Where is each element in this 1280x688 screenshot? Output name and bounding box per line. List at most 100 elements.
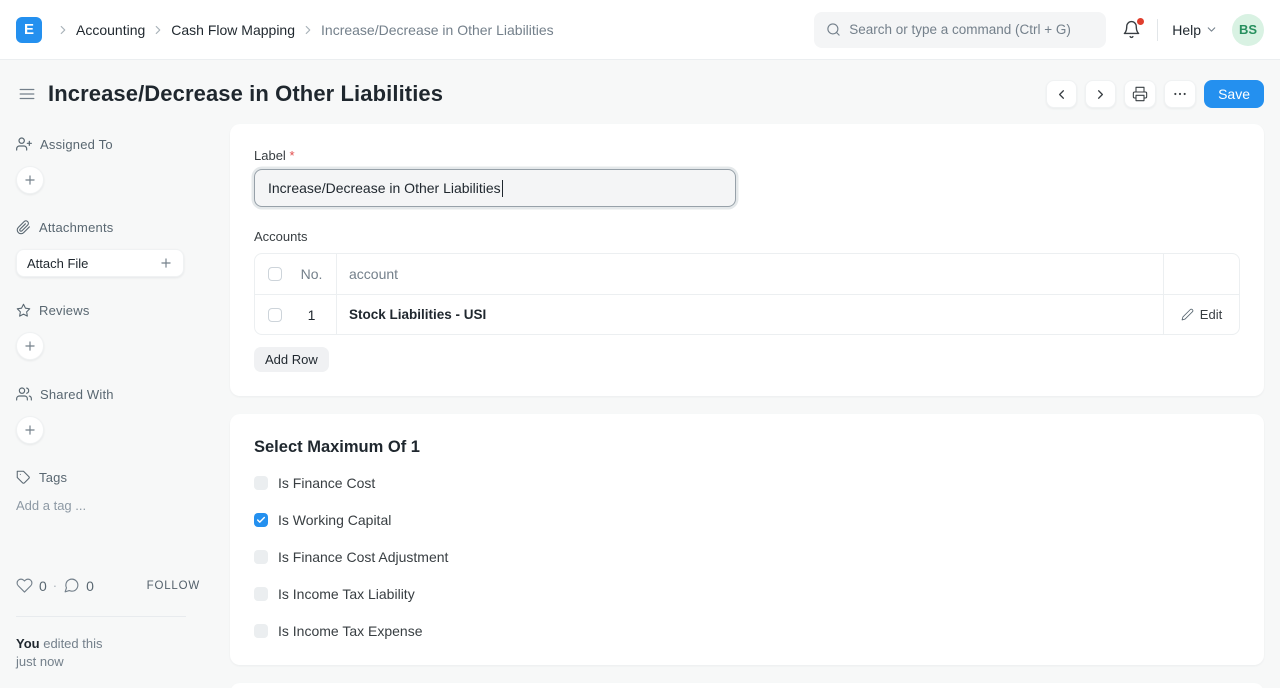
print-button[interactable] (1124, 80, 1156, 108)
follow-button[interactable]: FOLLOW (147, 580, 200, 592)
notifications-button[interactable] (1120, 18, 1143, 41)
divider (1157, 19, 1158, 41)
help-label: Help (1172, 22, 1201, 38)
checkbox-label: Is Income Tax Liability (278, 586, 415, 602)
add-tag-input[interactable]: Add a tag ... (16, 498, 200, 513)
is-income-tax-expense-checkbox[interactable] (254, 624, 268, 638)
navbar-right: Search or type a command (Ctrl + G) Help… (814, 12, 1264, 48)
dot-separator: · (53, 578, 57, 593)
plus-icon (23, 423, 37, 437)
sidebar-footer: 0 · 0 FOLLOW You edited this just now Yo… (16, 577, 200, 688)
like-heart-icon[interactable] (16, 577, 33, 594)
sidebar-toggle-menu-icon[interactable] (16, 83, 38, 105)
is-working-capital-checkbox[interactable] (254, 513, 268, 527)
is-income-tax-liability-checkbox[interactable] (254, 587, 268, 601)
divider (16, 616, 186, 617)
row-number: 1 (308, 307, 316, 323)
breadcrumb-cash-flow-mapping[interactable]: Cash Flow Mapping (171, 22, 295, 38)
plus-icon (159, 256, 173, 270)
like-count[interactable]: 0 (39, 578, 47, 594)
shared-with-label: Shared With (40, 387, 114, 402)
star-icon (16, 303, 31, 318)
chevron-right-icon (301, 23, 315, 37)
label-input-value: Increase/Decrease in Other Liabilities (268, 180, 501, 196)
breadcrumb-accounting[interactable]: Accounting (76, 22, 145, 38)
activity-action: edited this (43, 636, 102, 651)
activity-actor: You (16, 636, 40, 651)
page-actions: Save (1046, 80, 1264, 108)
next-document-button[interactable] (1085, 80, 1116, 108)
reviews-section: Reviews (16, 303, 200, 360)
paperclip-icon (16, 220, 31, 235)
accounts-section-label: Accounts (254, 229, 1240, 244)
tag-icon (16, 470, 31, 485)
checkbox-label: Is Finance Cost Adjustment (278, 549, 448, 565)
breadcrumb-current: Increase/Decrease in Other Liabilities (321, 22, 554, 38)
avatar[interactable]: BS (1232, 14, 1264, 46)
comment-icon[interactable] (63, 577, 80, 594)
breadcrumb: Accounting Cash Flow Mapping Increase/De… (56, 22, 554, 38)
column-account: account (337, 254, 1163, 294)
page-title: Increase/Decrease in Other Liabilities (48, 81, 443, 107)
activity-when: just now (16, 654, 64, 669)
form-sidebar: Assigned To Attachments Attach File (16, 124, 200, 688)
chevron-right-icon (1093, 87, 1108, 102)
attach-file-button[interactable]: Attach File (16, 249, 184, 277)
select-maximum-card: Select Maximum Of 1 Is Finance Cost Is W… (230, 414, 1264, 665)
checkbox-row-is-finance-cost-adjustment[interactable]: Is Finance Cost Adjustment (254, 549, 1240, 565)
search-icon (826, 22, 841, 37)
search-input[interactable]: Search or type a command (Ctrl + G) (814, 12, 1106, 48)
next-section-card (230, 683, 1264, 688)
assigned-to-label: Assigned To (40, 137, 113, 152)
checkbox-row-is-finance-cost[interactable]: Is Finance Cost (254, 475, 1240, 491)
users-icon (16, 386, 32, 402)
tags-section: Tags Add a tag ... (16, 470, 200, 513)
save-button[interactable]: Save (1204, 80, 1264, 108)
checkbox-label: Is Working Capital (278, 512, 391, 528)
label-field-label: Label * (254, 148, 1240, 163)
chevron-right-icon (151, 23, 165, 37)
help-menu[interactable]: Help (1172, 22, 1218, 38)
edit-label: Edit (1200, 307, 1222, 322)
checkbox-row-is-working-capital[interactable]: Is Working Capital (254, 512, 1240, 528)
edit-row-button[interactable]: Edit (1181, 307, 1222, 322)
select-maximum-heading: Select Maximum Of 1 (254, 438, 1240, 457)
add-review-button[interactable] (16, 332, 44, 360)
form-body: Label * Increase/Decrease in Other Liabi… (230, 124, 1264, 688)
add-share-button[interactable] (16, 416, 44, 444)
account-link[interactable]: Stock Liabilities - USI (349, 307, 486, 322)
tags-label: Tags (39, 470, 67, 485)
plus-icon (23, 173, 37, 187)
select-all-checkbox[interactable] (268, 267, 282, 281)
column-actions (1163, 254, 1239, 294)
column-no: No. (301, 266, 323, 282)
chevron-left-icon (1054, 87, 1069, 102)
row-checkbox[interactable] (268, 308, 282, 322)
is-finance-cost-checkbox[interactable] (254, 476, 268, 490)
activity-edited: You edited this just now (16, 635, 200, 671)
attachments-section: Attachments Attach File (16, 220, 200, 277)
app-logo[interactable]: E (16, 17, 42, 43)
more-options-button[interactable] (1164, 80, 1196, 108)
prev-document-button[interactable] (1046, 80, 1077, 108)
is-finance-cost-adjustment-checkbox[interactable] (254, 550, 268, 564)
text-caret (502, 180, 503, 197)
checkbox-label: Is Income Tax Expense (278, 623, 422, 639)
table-row: 1 Stock Liabilities - USI Edit (255, 294, 1239, 334)
checkbox-row-is-income-tax-expense[interactable]: Is Income Tax Expense (254, 623, 1240, 639)
checkbox-label: Is Finance Cost (278, 475, 375, 491)
checkbox-row-is-income-tax-liability[interactable]: Is Income Tax Liability (254, 586, 1240, 602)
add-assignment-button[interactable] (16, 166, 44, 194)
attach-file-label: Attach File (27, 256, 88, 271)
accounts-table: No. account 1 Stock Liabilities - USI Ed… (254, 253, 1240, 335)
plus-icon (23, 339, 37, 353)
shared-with-section: Shared With (16, 386, 200, 444)
navbar: E Accounting Cash Flow Mapping Increase/… (0, 0, 1280, 60)
assigned-to-section: Assigned To (16, 136, 200, 194)
pencil-icon (1181, 308, 1194, 321)
label-input[interactable]: Increase/Decrease in Other Liabilities (254, 169, 736, 207)
comment-count[interactable]: 0 (86, 578, 94, 594)
assign-user-icon (16, 136, 32, 152)
add-row-button[interactable]: Add Row (254, 347, 329, 372)
page-head: Increase/Decrease in Other Liabilities S… (0, 60, 1280, 124)
